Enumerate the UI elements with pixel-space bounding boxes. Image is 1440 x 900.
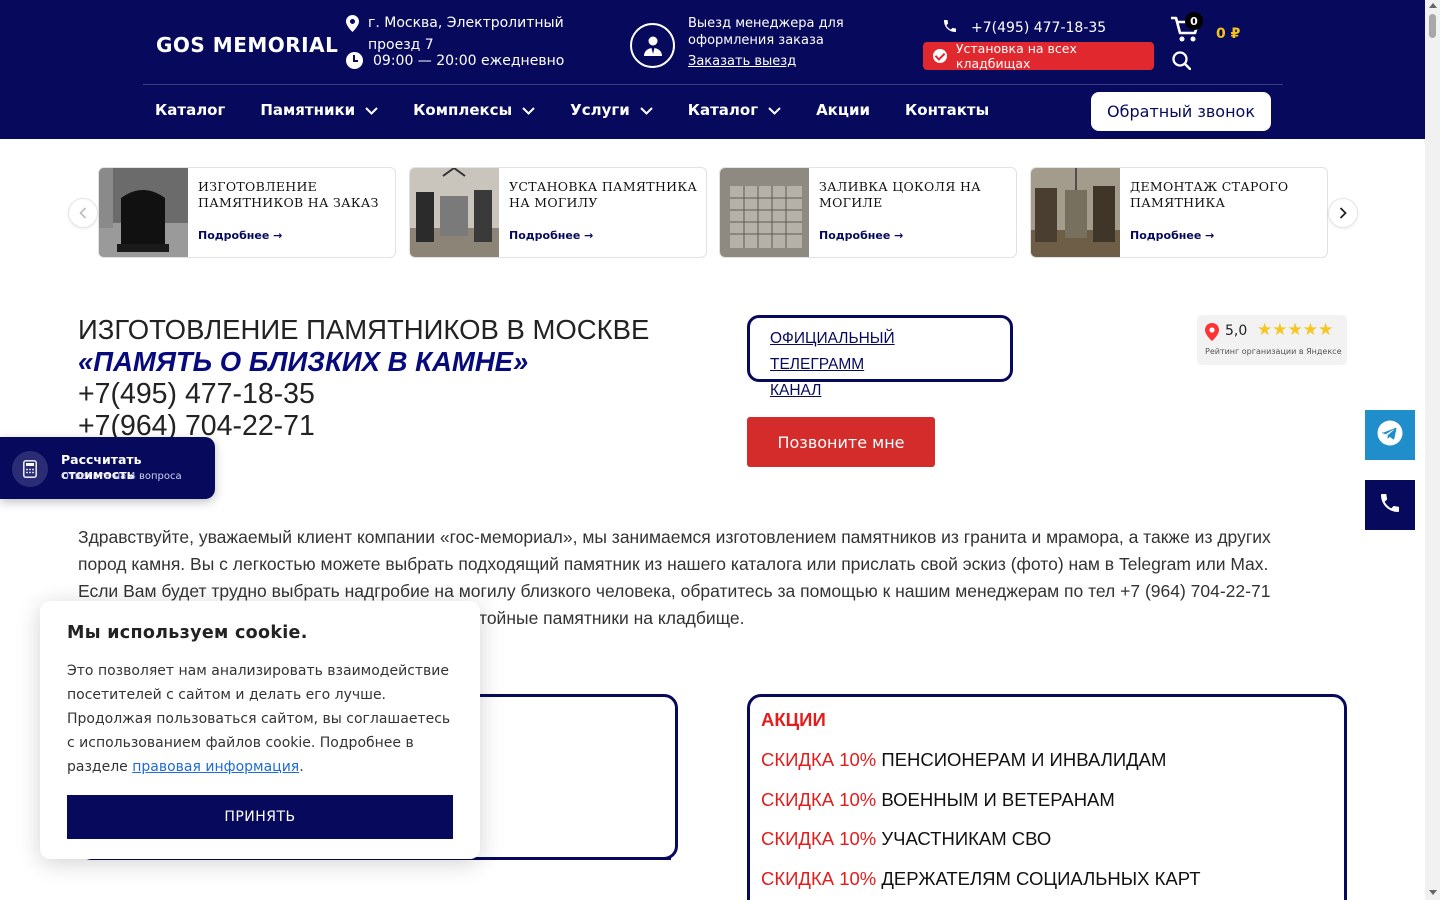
check-circle-icon	[933, 49, 947, 63]
nav-item-catalog-2[interactable]: Каталог	[688, 101, 781, 119]
nav-item-services[interactable]: Услуги	[570, 101, 653, 119]
rating-stars-icon: ★★★★★	[1257, 320, 1334, 340]
carousel-prev-button[interactable]	[68, 198, 98, 228]
nav-item-complexes[interactable]: Комплексы	[413, 101, 535, 119]
legal-info-link[interactable]: правовая информация	[132, 759, 299, 775]
manager-visit-text: Выезд менеджера для оформления заказа	[688, 16, 844, 48]
working-hours: 09:00 — 20:00 ежедневно	[346, 52, 564, 69]
service-card-installation[interactable]: Установка памятника на могилу Подробнее …	[409, 167, 707, 258]
nav-item-catalog[interactable]: Каталог	[155, 101, 225, 119]
yandex-pin-icon	[1205, 323, 1219, 345]
cookie-title: Мы используем cookie.	[67, 623, 308, 643]
cookie-accept-button[interactable]: ПРИНЯТЬ	[67, 795, 453, 839]
service-image-foundation	[720, 168, 809, 257]
rating-score: 5,0	[1225, 323, 1248, 339]
header-divider	[143, 84, 1283, 85]
page-scrollbar[interactable]	[1425, 0, 1440, 900]
calc-subtitle: Ответьте на 4 вопроса	[61, 471, 182, 482]
callback-button[interactable]: Обратный звонок	[1091, 92, 1271, 131]
scroll-thumb[interactable]	[1429, 14, 1436, 38]
nav-item-contacts[interactable]: Контакты	[905, 101, 989, 119]
chevron-down-icon	[365, 101, 378, 119]
calculator-icon	[12, 451, 48, 487]
header-phone[interactable]: +7(495) 477-18-35	[942, 18, 1106, 38]
title-slogan: «ПАМЯТЬ О БЛИЗКИХ В КАМНЕ»	[78, 346, 529, 377]
order-visit-link[interactable]: Заказать выезд	[688, 54, 796, 69]
site-logo[interactable]: GOS MEMORIAL	[156, 33, 338, 57]
scroll-down-arrow[interactable]	[1429, 890, 1437, 895]
promotions-title: АКЦИИ	[761, 709, 826, 730]
service-title: Демонтаж старого памятника	[1130, 179, 1289, 210]
location-pin-icon	[346, 15, 360, 37]
cookie-text: Это позволяет нам анализировать взаимоде…	[67, 663, 451, 775]
service-card-foundation[interactable]: Заливка цоколя на могиле Подробнее →	[719, 167, 1017, 258]
telegram-channel-link[interactable]: ОФИЦИАЛЬНЫЙ ТЕЛЕГРАММ КАНАЛ	[747, 315, 1013, 399]
promotions-box: АКЦИИ СКИДКА 10% ПЕНСИОНЕРАМ И ИНВАЛИДАМ…	[747, 694, 1347, 900]
carousel-next-button[interactable]	[1328, 198, 1358, 228]
service-card-dismantling[interactable]: Демонтаж старого памятника Подробнее →	[1030, 167, 1328, 258]
address: г. Москва, Электролитный проезд 7	[346, 15, 564, 54]
manager-icon	[630, 23, 675, 68]
cookie-banner: Мы используем cookie. Это позволяет нам …	[40, 601, 480, 859]
clock-icon	[346, 52, 363, 69]
service-more-link[interactable]: Подробнее →	[1130, 229, 1214, 242]
cart-sum[interactable]: 0 ₽	[1216, 26, 1240, 42]
service-card-manufacturing[interactable]: Изготовление памятников на заказ Подробн…	[98, 167, 396, 258]
calculate-cost-widget[interactable]: Рассчитать стоимость Ответьте на 4 вопро…	[0, 437, 215, 499]
page-title: ИЗГОТОВЛЕНИЕ ПАМЯТНИКОВ В МОСКВЕ «ПАМЯТЬ…	[78, 314, 649, 442]
scroll-up-arrow[interactable]	[1429, 3, 1437, 8]
header-phone-number: +7(495) 477-18-35	[971, 20, 1107, 36]
service-title: Заливка цоколя на могиле	[819, 179, 981, 210]
install-badge: Установка на всех кладбищах	[923, 41, 1154, 71]
service-title: Изготовление памятников на заказ	[198, 179, 379, 210]
promo-item: СКИДКА 10% УЧАСТНИКАМ СВО	[761, 828, 1052, 850]
search-icon[interactable]	[1172, 51, 1192, 74]
phone-icon	[1378, 491, 1402, 519]
main-nav: Каталог Памятники Комплексы Услуги Катал…	[155, 101, 1024, 119]
site-header: GOS MEMORIAL г. Москва, Электролитный пр…	[0, 0, 1425, 139]
service-image-installation	[410, 168, 499, 257]
nav-item-promotions[interactable]: Акции	[816, 101, 870, 119]
rating-label: Рейтинг организации в Яндексе	[1205, 347, 1342, 356]
hero-phone-1[interactable]: +7(495) 477-18-35	[78, 378, 649, 410]
hours-text: 09:00 — 20:00 ежедневно	[373, 52, 565, 69]
service-more-link[interactable]: Подробнее →	[819, 229, 903, 242]
yandex-rating-badge[interactable]: 5,0 ★★★★★ Рейтинг организации в Яндексе	[1197, 315, 1347, 365]
nav-item-monuments[interactable]: Памятники	[260, 101, 378, 119]
phone-icon	[942, 18, 958, 38]
phone-float-button[interactable]	[1365, 480, 1415, 530]
promo-item: СКИДКА 10% ВОЕННЫМ И ВЕТЕРАНАМ	[761, 788, 1115, 810]
service-image-dismantling	[1031, 168, 1120, 257]
cart-count-badge: 0	[1185, 12, 1203, 30]
service-more-link[interactable]: Подробнее →	[509, 229, 593, 242]
promo-item: СКИДКА 10% ДЕРЖАТЕЛЯМ СОЦИАЛЬНЫХ КАРТ	[761, 867, 1201, 889]
chevron-down-icon	[522, 101, 535, 119]
promo-item: СКИДКА 10% ПЕНСИОНЕРАМ И ИНВАЛИДАМ	[761, 749, 1167, 770]
telegram-float-button[interactable]	[1365, 410, 1415, 460]
telegram-icon	[1377, 420, 1403, 450]
service-image-monument	[99, 168, 188, 257]
service-more-link[interactable]: Подробнее →	[198, 229, 282, 242]
chevron-down-icon	[640, 101, 653, 119]
call-me-button[interactable]: Позвоните мне	[747, 417, 935, 467]
address-line1: г. Москва, Электролитный	[368, 15, 564, 31]
chevron-down-icon	[768, 101, 781, 119]
title-line1: ИЗГОТОВЛЕНИЕ ПАМЯТНИКОВ В МОСКВЕ	[78, 314, 650, 345]
service-title: Установка памятника на могилу	[509, 179, 698, 210]
